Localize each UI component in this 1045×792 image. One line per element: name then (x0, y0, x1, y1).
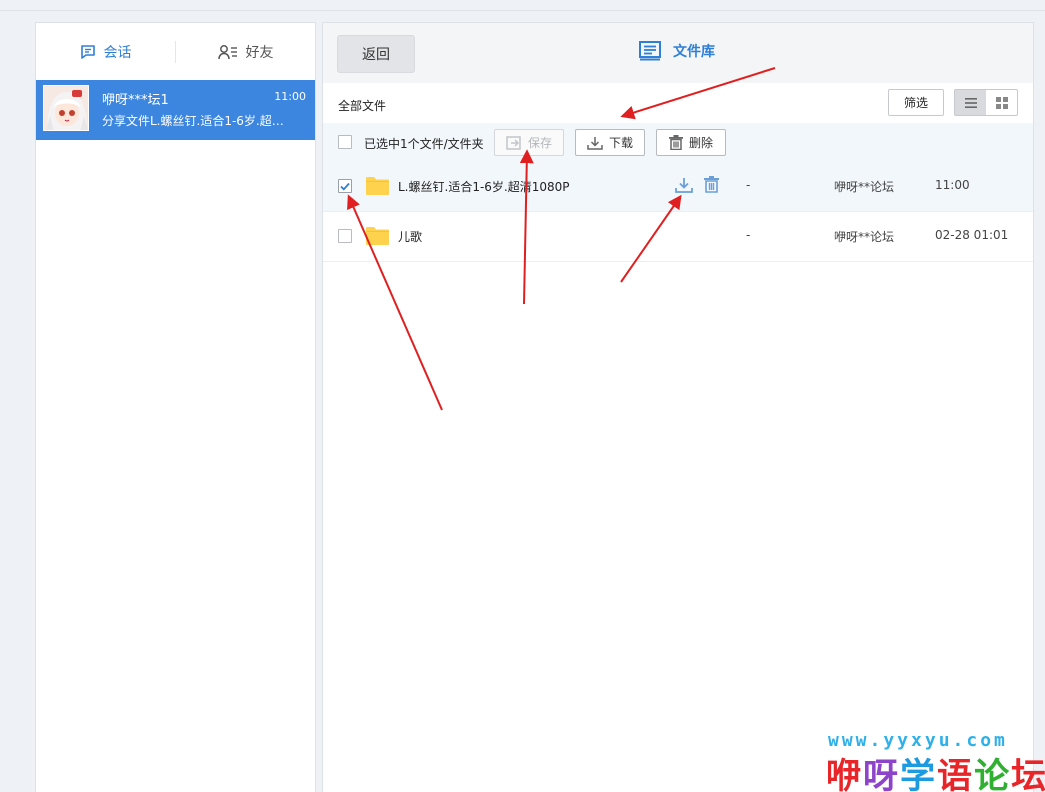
friends-icon (217, 44, 237, 59)
download-label: 下载 (608, 136, 633, 150)
selection-toolbar: 已选中1个文件/文件夹 保存 下载 删除 (323, 123, 1033, 162)
left-tabs: 会话 好友 (36, 23, 315, 80)
file-library-panel: 返回 文件库 全部文件 筛选 已选中1个文件/文件夹 保存 下载 删除 L.螺丝… (322, 22, 1034, 792)
watermark-char: 咿 (826, 757, 864, 792)
delete-label: 删除 (688, 136, 713, 150)
checkmark-icon (340, 182, 350, 191)
chat-icon (80, 44, 95, 59)
filter-button[interactable]: 筛选 (888, 89, 944, 116)
list-icon (964, 97, 977, 108)
file-library-icon (639, 41, 661, 61)
top-divider (0, 10, 1045, 11)
watermark-char: 坛 (1011, 757, 1045, 792)
tab-friends[interactable]: 好友 (176, 42, 315, 62)
trash-icon (668, 135, 683, 150)
folder-icon (366, 177, 389, 195)
watermark-logo: 咿呀学语论坛 (826, 748, 1045, 792)
tab-conversations-label: 会话 (103, 44, 132, 61)
download-button[interactable]: 下载 (575, 129, 645, 156)
file-size: - (746, 178, 751, 192)
file-row[interactable]: 儿歌 - 咿呀**论坛 02-28 01:01 (323, 212, 1033, 262)
conversation-name: 咿呀***坛1 (102, 93, 169, 108)
view-toggle (954, 89, 1018, 116)
select-all-checkbox[interactable] (338, 135, 352, 149)
file-time: 02-28 01:01 (935, 228, 1009, 242)
tab-friends-label: 好友 (245, 44, 274, 61)
file-time: 11:00 (935, 178, 970, 192)
save-button[interactable]: 保存 (494, 129, 564, 156)
breadcrumb: 全部文件 (338, 99, 387, 113)
panel-header: 返回 文件库 (323, 23, 1033, 83)
file-row[interactable]: L.螺丝钉.适合1-6岁.超清1080P - 咿呀**论坛 11:00 (323, 162, 1033, 212)
page-title: 文件库 (639, 41, 715, 61)
watermark-char: 论 (974, 757, 1012, 792)
conversation-item[interactable]: 咿呀***坛1 11:00 分享文件L.螺丝钉.适合1-6岁.超… (36, 80, 315, 140)
row-download-icon[interactable] (675, 177, 693, 193)
watermark-char: 语 (937, 757, 975, 792)
file-owner: 咿呀**论坛 (834, 180, 895, 194)
row-checkbox[interactable] (338, 179, 352, 193)
file-name[interactable]: L.螺丝钉.适合1-6岁.超清1080P (398, 178, 570, 195)
page-title-label: 文件库 (673, 44, 715, 60)
selection-count: 已选中1个文件/文件夹 (364, 137, 484, 151)
file-size: - (746, 228, 751, 242)
grid-view-button[interactable] (986, 90, 1017, 115)
avatar (43, 85, 89, 131)
back-button[interactable]: 返回 (337, 35, 415, 73)
list-view-button[interactable] (955, 90, 986, 115)
delete-button[interactable]: 删除 (656, 129, 726, 156)
row-checkbox[interactable] (338, 229, 352, 243)
tab-conversations[interactable]: 会话 (36, 42, 175, 62)
save-icon (506, 135, 521, 150)
row-delete-icon[interactable] (704, 176, 719, 193)
save-label: 保存 (527, 136, 552, 150)
watermark-char: 学 (900, 757, 938, 792)
conversation-preview: 分享文件L.螺丝钉.适合1-6岁.超… (102, 114, 284, 128)
folder-icon (366, 227, 389, 245)
conversation-panel: 会话 好友 咿呀***坛1 11:00 分享文件L.螺丝钉.适合1-6岁.超… (35, 22, 316, 792)
conversation-time: 11:00 (274, 90, 306, 103)
grid-icon (995, 96, 1008, 109)
watermark-char: 呀 (863, 757, 901, 792)
file-name[interactable]: 儿歌 (398, 228, 422, 245)
download-icon (587, 136, 603, 150)
file-owner: 咿呀**论坛 (834, 230, 895, 244)
